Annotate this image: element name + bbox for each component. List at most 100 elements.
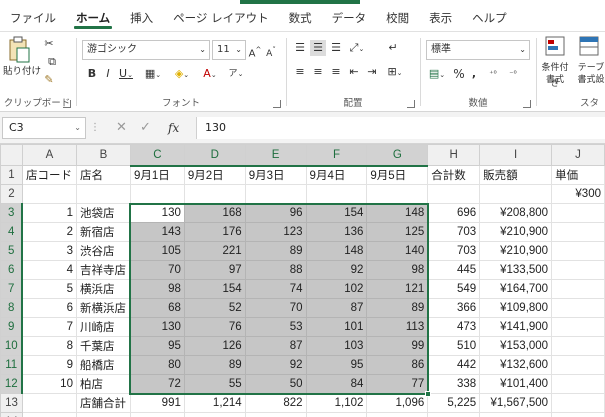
font-name-select[interactable]: 游ゴシック ⌄: [82, 40, 210, 60]
percent-icon[interactable]: %: [452, 66, 466, 82]
cell[interactable]: 70: [129, 260, 185, 280]
row-header[interactable]: 6: [0, 260, 24, 280]
cell[interactable]: [75, 412, 131, 417]
cell[interactable]: 154: [183, 279, 246, 299]
cancel-icon[interactable]: ✕: [116, 118, 127, 138]
cell[interactable]: 89: [366, 298, 429, 318]
cell[interactable]: [244, 184, 307, 204]
cell[interactable]: 横浜店: [75, 279, 131, 299]
alignment-dialog-launcher[interactable]: [407, 100, 415, 108]
cell[interactable]: 991: [129, 393, 185, 413]
font-size-select[interactable]: 11 ⌄: [212, 40, 246, 60]
cut-icon[interactable]: ✂: [42, 36, 56, 52]
cell[interactable]: 72: [129, 374, 185, 394]
row-header[interactable]: 11: [0, 355, 24, 375]
cell[interactable]: 113: [366, 317, 429, 337]
cell[interactable]: ¥164,700: [479, 279, 553, 299]
cell[interactable]: [551, 222, 605, 242]
cell[interactable]: [21, 184, 77, 204]
cell[interactable]: 川崎店: [75, 317, 131, 337]
cell[interactable]: 130: [129, 317, 185, 337]
cell[interactable]: 合計数: [427, 165, 481, 185]
cell[interactable]: [551, 203, 605, 223]
cell[interactable]: 696: [427, 203, 481, 223]
column-header[interactable]: A: [21, 144, 77, 166]
cell[interactable]: 130: [129, 203, 185, 223]
cell[interactable]: [551, 298, 605, 318]
cell[interactable]: 99: [366, 336, 429, 356]
cell[interactable]: 338: [427, 374, 481, 394]
cell[interactable]: [551, 260, 605, 280]
align-center-icon[interactable]: ≡: [310, 64, 326, 80]
enter-icon[interactable]: ✓: [140, 118, 151, 138]
tab-3[interactable]: ページ レイアウト: [163, 4, 278, 32]
fill-handle[interactable]: [424, 390, 431, 397]
cell[interactable]: 店コード: [21, 165, 77, 185]
fill-color-icon[interactable]: ◈⌄: [170, 66, 194, 83]
copy-icon[interactable]: ⧉: [42, 54, 62, 70]
phonetic-icon[interactable]: ア⌄: [226, 66, 246, 82]
cell[interactable]: 96: [244, 203, 307, 223]
paste-button[interactable]: 貼り付け: [2, 64, 42, 80]
cell[interactable]: 74: [244, 279, 307, 299]
cell[interactable]: 97: [183, 260, 246, 280]
shrink-font-icon[interactable]: A˅: [264, 42, 278, 62]
cell[interactable]: ¥210,900: [479, 241, 553, 261]
cell[interactable]: [21, 393, 77, 413]
row-header[interactable]: 4: [0, 222, 24, 242]
column-header[interactable]: I: [479, 144, 553, 166]
cell[interactable]: 176: [183, 222, 246, 242]
cell[interactable]: [479, 412, 553, 417]
font-dialog-launcher[interactable]: [273, 100, 281, 108]
cell[interactable]: 船橋店: [75, 355, 131, 375]
cell[interactable]: 70: [244, 298, 307, 318]
increase-indent-icon[interactable]: ⇥: [364, 64, 380, 80]
row-header[interactable]: 2: [0, 184, 23, 204]
cell[interactable]: 121: [366, 279, 429, 299]
column-header[interactable]: F: [305, 144, 368, 167]
column-header[interactable]: B: [75, 144, 131, 166]
cell[interactable]: [366, 412, 429, 417]
column-header[interactable]: J: [551, 144, 605, 166]
column-header[interactable]: H: [427, 144, 481, 166]
cell[interactable]: 703: [427, 241, 481, 261]
cell[interactable]: 柏店: [75, 374, 131, 394]
align-middle-icon[interactable]: ☰: [310, 40, 326, 56]
cell[interactable]: 98: [366, 260, 429, 280]
cell[interactable]: ¥109,800: [479, 298, 553, 318]
cell[interactable]: ¥208,800: [479, 203, 553, 223]
cell[interactable]: 池袋店: [75, 203, 131, 223]
cell[interactable]: 98: [129, 279, 185, 299]
cell[interactable]: 店名: [75, 165, 131, 185]
cell[interactable]: 9月5日: [366, 165, 429, 185]
cell[interactable]: [427, 184, 481, 204]
comma-style-icon[interactable]: ,: [468, 66, 480, 82]
cell[interactable]: 84: [305, 374, 368, 394]
paste-icon[interactable]: [6, 36, 32, 64]
tab-0[interactable]: ファイル: [0, 4, 66, 32]
column-header[interactable]: C: [129, 144, 185, 167]
increase-decimal-icon[interactable]: ⁺⁰: [484, 66, 502, 82]
cell[interactable]: 168: [183, 203, 246, 223]
cell[interactable]: [551, 355, 605, 375]
cell[interactable]: 9月3日: [244, 165, 307, 185]
cell[interactable]: 8: [21, 336, 77, 356]
cell[interactable]: 9: [21, 355, 77, 375]
tab-2[interactable]: 挿入: [120, 4, 163, 32]
select-all-corner[interactable]: [0, 144, 23, 166]
cell[interactable]: 148: [305, 241, 368, 261]
cell[interactable]: ¥101,400: [479, 374, 553, 394]
tab-1[interactable]: ホーム: [66, 4, 120, 32]
cell[interactable]: 221: [183, 241, 246, 261]
cell[interactable]: [551, 241, 605, 261]
number-dialog-launcher[interactable]: [523, 100, 531, 108]
row-header[interactable]: 8: [0, 298, 24, 318]
cell[interactable]: 新横浜店: [75, 298, 131, 318]
clipboard-dialog-launcher[interactable]: [63, 100, 71, 108]
cell[interactable]: 87: [244, 336, 307, 356]
cell[interactable]: 千葉店: [75, 336, 131, 356]
cell[interactable]: 822: [244, 393, 307, 413]
cell[interactable]: 吉祥寺店: [75, 260, 131, 280]
cell[interactable]: 136: [305, 222, 368, 242]
tab-4[interactable]: 数式: [279, 4, 322, 32]
